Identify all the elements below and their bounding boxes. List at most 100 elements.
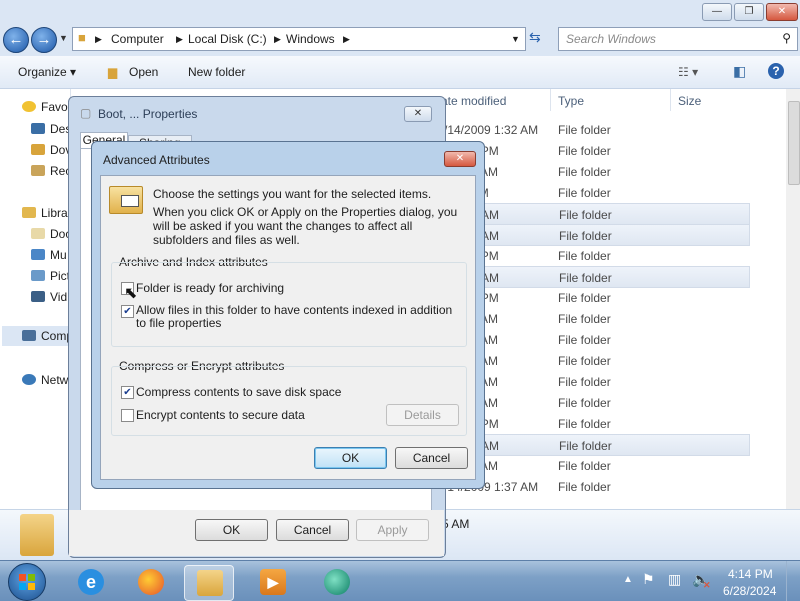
advanced-body: Choose the settings you want for the sel… [100, 175, 476, 480]
show-hidden-icons[interactable]: ▲ [623, 574, 633, 585]
details-button[interactable]: Details [386, 404, 459, 426]
taskbar-app[interactable] [312, 565, 360, 599]
view-options-icon[interactable]: ☷ ▾ [678, 65, 698, 79]
properties-title: Boot, ... Properties [98, 107, 198, 121]
table-row[interactable]: 3 3:58 PMFile folder [440, 287, 748, 307]
compress-checkbox[interactable]: ✔ [121, 386, 134, 399]
row-type: File folder [558, 354, 611, 368]
windows-logo-icon [19, 574, 26, 581]
row-type: File folder [559, 439, 612, 453]
network-icon [22, 374, 36, 385]
taskbar-explorer[interactable] [184, 565, 234, 601]
music-icon [31, 249, 45, 260]
properties-ok-button[interactable]: OK [195, 519, 268, 541]
chevron-right-icon: ▶ [176, 34, 183, 44]
network-tray-icon[interactable]: ▥ [668, 571, 681, 588]
folder-settings-icon [109, 186, 143, 214]
table-row[interactable]: 1 3:38 AMFile folder [440, 455, 748, 475]
table-row[interactable]: 3 2:09 AMFile folder [440, 308, 748, 328]
close-button[interactable]: ✕ [766, 3, 798, 21]
nav-documents[interactable]: Doc [31, 227, 71, 241]
folder-icon [20, 514, 54, 556]
nav-pictures[interactable]: Pict [31, 269, 70, 283]
table-row[interactable]: 3 1:03 AMFile folder [440, 161, 748, 181]
action-center-flag-icon[interactable]: ⚑ [642, 571, 655, 588]
maximize-button[interactable]: ❐ [734, 3, 764, 21]
nav-recent[interactable]: Rec [31, 164, 71, 178]
nav-downloads[interactable]: Dov [31, 143, 71, 157]
breadcrumb-local-disk[interactable]: Local Disk (C:) [188, 32, 267, 46]
help-icon[interactable]: ? [768, 63, 784, 79]
nav-videos[interactable]: Vid [31, 290, 67, 304]
breadcrumb-windows[interactable]: Windows [286, 32, 335, 46]
table-row[interactable]: 9 1:37 AMFile folder [440, 329, 748, 349]
index-label: Allow files in this folder to have conte… [136, 303, 453, 330]
intro-note: When you click OK or Apply on the Proper… [153, 205, 458, 247]
taskbar-firefox[interactable] [126, 565, 174, 599]
advanced-close-button[interactable]: ✕ [444, 151, 476, 167]
compress-label: Compress contents to save disk space [136, 385, 342, 399]
address-dropdown-icon[interactable]: ▼ [511, 34, 520, 44]
nav-network[interactable]: Netw [22, 373, 68, 387]
nav-favorites[interactable]: Favo [22, 100, 68, 114]
open-folder-icon: ▆ [108, 65, 118, 79]
table-row[interactable]: 9 1:32 AMFile folder [440, 224, 750, 246]
open-button[interactable]: Open [129, 65, 158, 79]
table-row[interactable]: 1 3:38 AMFile folder [440, 392, 748, 412]
firefox-icon [138, 569, 164, 595]
back-button[interactable]: ← [3, 27, 29, 53]
forward-button[interactable]: → [31, 27, 57, 53]
preview-pane-icon[interactable]: ◧ [733, 63, 746, 80]
breadcrumb-computer[interactable]: Computer [111, 32, 164, 46]
row-type: File folder [558, 396, 611, 410]
table-row[interactable]: /14/2009 1:37 AM File folder [440, 476, 748, 496]
show-desktop-button[interactable] [786, 561, 800, 601]
nav-music[interactable]: Mu [31, 248, 67, 262]
search-icon[interactable]: ⚲ [782, 31, 791, 45]
table-row[interactable]: 1 3:46 AMFile folder [440, 434, 750, 456]
nav-libraries[interactable]: Libra [22, 206, 68, 220]
nav-desktop[interactable]: Des [31, 122, 71, 136]
checklist-icon [121, 195, 139, 207]
table-row[interactable]: 3 1:02 AMFile folder [440, 371, 748, 391]
search-input[interactable]: Search Windows ⚲ [558, 27, 798, 51]
table-row[interactable]: 9 1:32 AMFile folder [440, 203, 750, 225]
properties-close-button[interactable]: ✕ [404, 106, 432, 122]
table-row[interactable]: 4:22 PMFile folder [440, 182, 748, 202]
row-type: File folder [558, 480, 611, 494]
folder-icon: ▢ [80, 106, 92, 120]
table-row[interactable]: 9 1:32 AMFile folder [440, 266, 750, 288]
row-type: File folder [558, 123, 611, 137]
scrollbar-thumb[interactable] [788, 101, 800, 185]
clock-date[interactable]: 6/28/2024 [723, 584, 776, 598]
internet-explorer-icon: e [78, 569, 104, 595]
row-type: File folder [558, 144, 611, 158]
column-divider [550, 89, 551, 111]
encrypt-checkbox[interactable] [121, 409, 134, 422]
row-type: File folder [558, 375, 611, 389]
clock-time[interactable]: 4:14 PM [728, 567, 773, 581]
refresh-icon[interactable]: ⇆ [529, 29, 541, 46]
table-row[interactable]: 4 4:13 PMFile folder [440, 413, 748, 433]
navigation-pane: Favo Des Dov Rec Libra Doc Mu Pict Vid C… [0, 89, 88, 509]
advanced-ok-button[interactable]: OK [314, 447, 387, 469]
minimize-button[interactable]: — [702, 3, 732, 21]
address-bar[interactable]: ■ ▶ Computer ▶ Local Disk (C:) ▶ Windows… [72, 27, 526, 51]
table-row[interactable]: /14/2009 1:32 AM File folder [440, 119, 748, 139]
organize-button[interactable]: Organize ▾ [18, 65, 76, 79]
taskbar-media-player[interactable]: ▶ [248, 565, 296, 599]
start-button[interactable] [8, 563, 46, 601]
recent-pages-dropdown[interactable]: ▼ [59, 33, 68, 43]
index-checkbox[interactable]: ✔ [121, 305, 134, 318]
table-row[interactable]: 3 7:16 PMFile folder [440, 245, 748, 265]
new-folder-button[interactable]: New folder [188, 65, 245, 79]
table-row[interactable]: 3 3:26 PMFile folder [440, 140, 748, 160]
table-row[interactable]: 9 1:32 AMFile folder [440, 350, 748, 370]
taskbar-internet-explorer[interactable]: e [66, 565, 114, 599]
advanced-cancel-button[interactable]: Cancel [395, 447, 468, 469]
mute-x-icon: ✕ [703, 580, 711, 590]
properties-cancel-button[interactable]: Cancel [276, 519, 349, 541]
properties-apply-button[interactable]: Apply [356, 519, 429, 541]
search-placeholder: Search Windows [566, 32, 656, 46]
videos-icon [31, 291, 45, 302]
